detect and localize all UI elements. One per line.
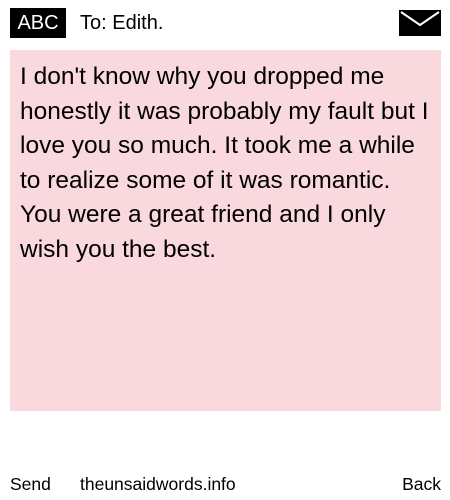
back-button[interactable]: Back: [402, 470, 441, 498]
message-text: I don't know why you dropped me honestly…: [20, 63, 429, 263]
envelope-icon[interactable]: [399, 10, 441, 36]
send-button[interactable]: Send: [10, 470, 51, 498]
footer-bar: Send theunsaidwords.info Back: [0, 470, 450, 498]
recipient-label: To: Edith.: [80, 12, 164, 34]
header-bar: ABC To: Edith.: [0, 0, 450, 46]
message-body-area[interactable]: I don't know why you dropped me honestly…: [10, 50, 441, 411]
site-link[interactable]: theunsaidwords.info: [80, 470, 236, 498]
input-mode-badge: ABC: [10, 8, 66, 38]
envelope-icon-graphic: [399, 10, 441, 36]
